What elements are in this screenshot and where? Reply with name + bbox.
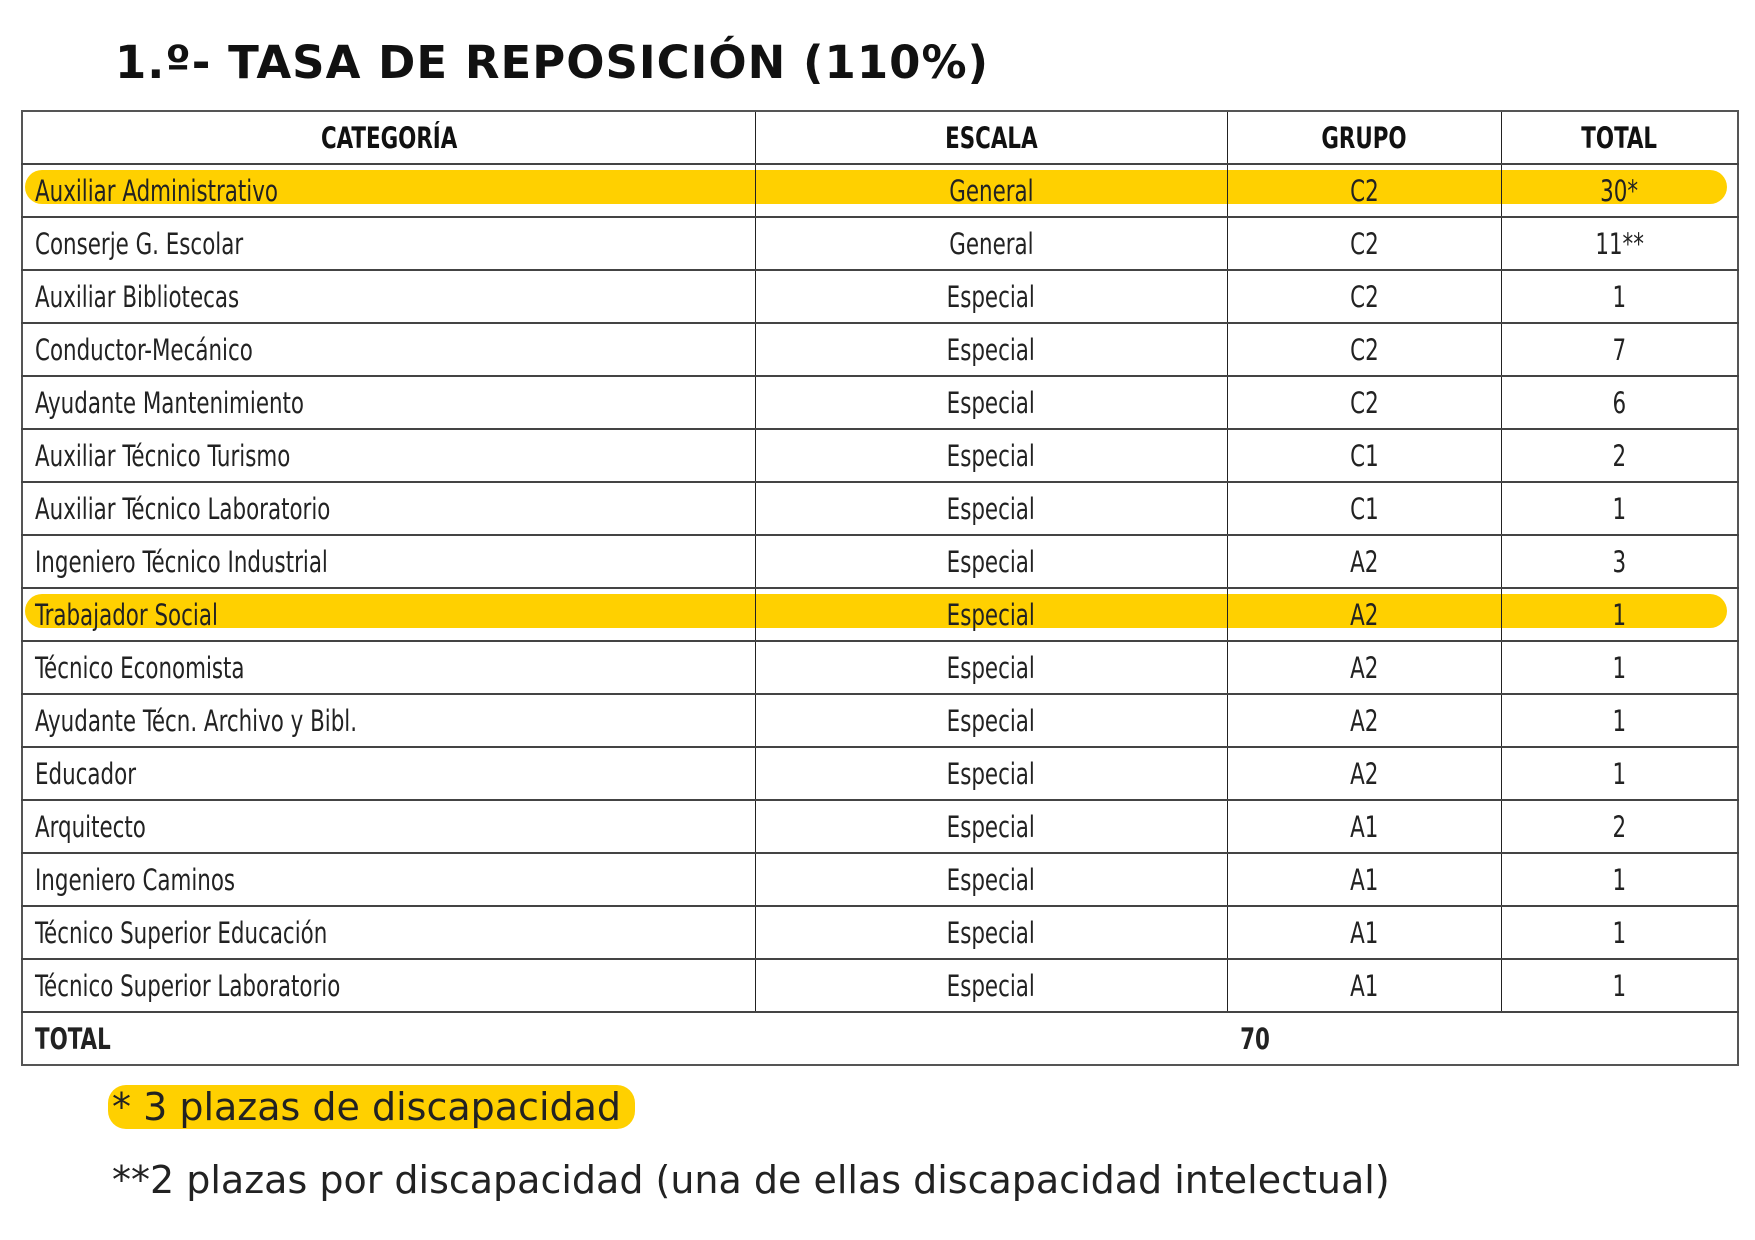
cell-grupo: A1 [1226,906,1502,960]
cell-grupo: C1 [1226,429,1502,483]
header-categoria: CATEGORÍA [21,111,756,165]
cell-escala: Especial [754,906,1228,960]
total-blank [755,1012,1227,1065]
cell-escala: Especial [754,270,1228,324]
cell-total: 30* [1500,164,1739,218]
cell-escala: Especial [754,800,1228,854]
table-row: Arquitecto Especial A1 2 [21,800,1739,854]
cell-escala: Especial [754,694,1228,748]
cell-escala: General [754,164,1228,218]
total-empty [1501,1012,1739,1065]
cell-grupo: A2 [1226,747,1502,801]
cell-total: 1 [1500,747,1739,801]
table-row: Ingeniero Caminos Especial A1 1 [21,853,1739,907]
cell-grupo: C2 [1226,323,1502,377]
cell-escala: Especial [754,959,1228,1013]
cell-grupo: A1 [1226,800,1502,854]
cell-categoria: Ingeniero Caminos [21,853,756,907]
footnote-1: * 3 plazas de discapacidad [108,1085,636,1129]
cell-grupo: C2 [1226,164,1502,218]
cell-total: 2 [1500,429,1739,483]
cell-categoria: Ayudante Técn. Archivo y Bibl. [21,694,756,748]
cell-total: 1 [1500,906,1739,960]
cell-categoria: Ingeniero Técnico Industrial [21,535,756,589]
table-row: Conductor-Mecánico Especial C2 7 [21,323,1739,377]
cell-escala: General [754,217,1228,271]
table-row: Auxiliar Administrativo General C2 30* [21,164,1739,218]
header-grupo: GRUPO [1226,111,1502,165]
cell-grupo: A2 [1226,535,1502,589]
total-label: TOTAL [21,1012,755,1065]
cell-categoria: Técnico Economista [21,641,756,695]
cell-escala: Especial [754,588,1228,642]
table-header-row: CATEGORÍA ESCALA GRUPO TOTAL [21,111,1739,165]
cell-total: 11** [1500,217,1739,271]
cell-total: 1 [1500,959,1739,1013]
header-total: TOTAL [1500,111,1739,165]
cell-total: 1 [1500,482,1739,536]
table-row: Técnico Superior Laboratorio Especial A1 1 [21,959,1739,1013]
cell-total: 1 [1500,270,1739,324]
table-row: Técnico Superior Educación Especial A1 1 [21,906,1739,960]
cell-categoria: Conserje G. Escolar [21,217,756,271]
cell-grupo: C2 [1226,270,1502,324]
cell-escala: Especial [754,323,1228,377]
cell-escala: Especial [754,747,1228,801]
table-row: Auxiliar Bibliotecas Especial C2 1 [21,270,1739,324]
table-row: Ayudante Técn. Archivo y Bibl. Especial A2… [21,694,1739,748]
cell-grupo: A2 [1226,694,1502,748]
cell-categoria: Arquitecto [21,800,756,854]
cell-categoria: Técnico Superior Laboratorio [21,959,756,1013]
total-value: 70 [1240,1021,1270,1056]
reposicion-table: CATEGORÍA ESCALA GRUPO TOTAL Auxiliar Ad… [21,110,1739,1066]
cell-escala: Especial [754,535,1228,589]
table-row: Auxiliar Técnico Laboratorio Especial C1 1 [21,482,1739,536]
cell-grupo: A1 [1226,959,1502,1013]
cell-escala: Especial [754,641,1228,695]
header-escala: ESCALA [754,111,1228,165]
table-row: Auxiliar Técnico Turismo Especial C1 2 [21,429,1739,483]
footnote-2: **2 plazas por discapacidad (una de ella… [112,1158,1390,1202]
cell-escala: Especial [754,376,1228,430]
cell-escala: Especial [754,482,1228,536]
table-row: Conserje G. Escolar General C2 11** [21,217,1739,271]
cell-grupo: A2 [1226,641,1502,695]
cell-grupo: A1 [1226,853,1502,907]
cell-escala: Especial [754,429,1228,483]
cell-categoria: Técnico Superior Educación [21,906,756,960]
table-row: Ayudante Mantenimiento Especial C2 6 [21,376,1739,430]
cell-grupo: A2 [1226,588,1502,642]
table-row: Educador Especial A2 1 [21,747,1739,801]
cell-total: 1 [1500,588,1739,642]
cell-total: 1 [1500,641,1739,695]
cell-grupo: C1 [1226,482,1502,536]
cell-categoria: Educador [21,747,756,801]
cell-total: 1 [1500,853,1739,907]
cell-categoria: Auxiliar Técnico Laboratorio [21,482,756,536]
table-row: Ingeniero Técnico Industrial Especial A2 3 [21,535,1739,589]
table-row: Trabajador Social Especial A2 1 [21,588,1739,642]
cell-grupo: C2 [1226,376,1502,430]
total-row: TOTAL 70 [21,1012,1739,1065]
table-row: Técnico Economista Especial A2 1 [21,641,1739,695]
cell-escala: Especial [754,853,1228,907]
cell-categoria: Auxiliar Bibliotecas [21,270,756,324]
cell-categoria: Trabajador Social [21,588,756,642]
cell-total: 2 [1500,800,1739,854]
cell-total: 3 [1500,535,1739,589]
cell-total: 6 [1500,376,1739,430]
cell-categoria: Auxiliar Administrativo [21,164,756,218]
cell-categoria: Auxiliar Técnico Turismo [21,429,756,483]
cell-categoria: Conductor-Mecánico [21,323,756,377]
cell-grupo: C2 [1226,217,1502,271]
cell-categoria: Ayudante Mantenimiento [21,376,756,430]
page-title: 1.º- TASA DE REPOSICIÓN (110%) [115,36,990,89]
cell-total: 1 [1500,694,1739,748]
cell-total: 7 [1500,323,1739,377]
